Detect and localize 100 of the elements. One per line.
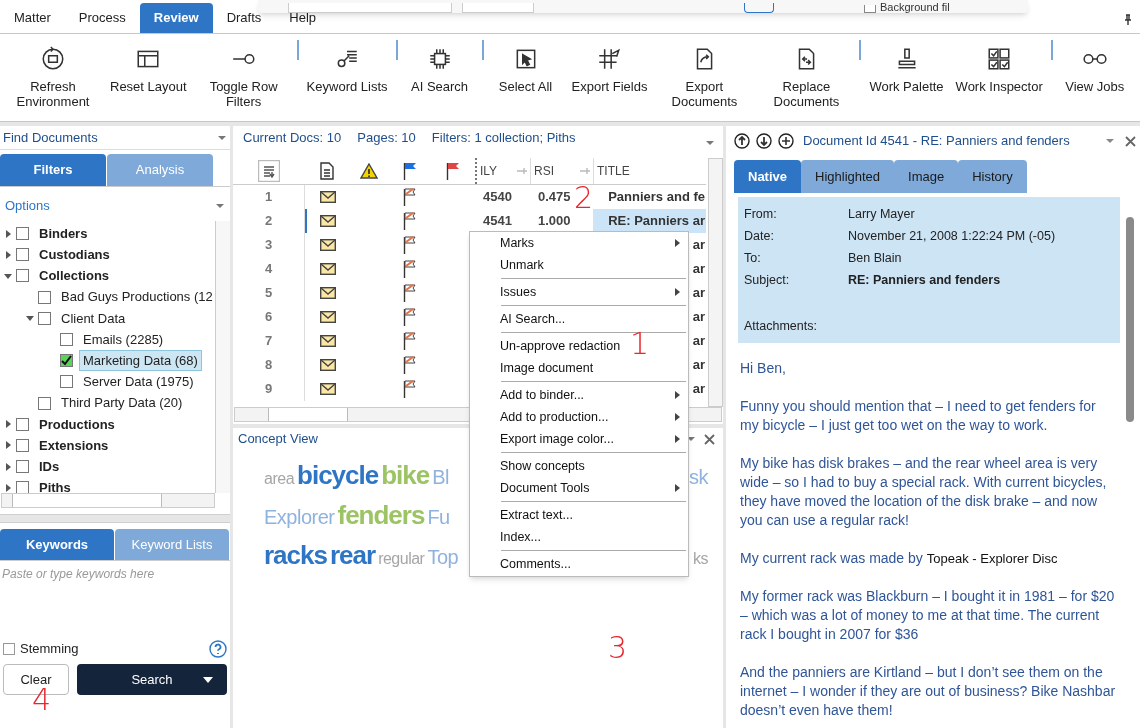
text-field[interactable] — [462, 3, 534, 13]
menu-item[interactable]: Index... — [500, 527, 541, 547]
tree-item[interactable]: IDs — [35, 455, 64, 478]
scrollbar[interactable] — [708, 158, 723, 407]
menu-item[interactable]: Export image color... — [500, 429, 614, 449]
menu-item[interactable]: Un-approve redaction — [500, 336, 621, 356]
text-field[interactable] — [288, 3, 452, 13]
menu-tab[interactable]: Matter — [0, 3, 65, 33]
tab[interactable]: Filters — [0, 154, 106, 186]
toolbar-button[interactable]: Keyword Lists — [300, 44, 394, 94]
keyword-field[interactable]: Paste or type keywords here — [0, 561, 230, 639]
menu-tab[interactable]: Drafts — [212, 3, 276, 33]
toolbar-button[interactable]: Export Documents — [653, 44, 756, 109]
expand-arrow-icon[interactable] — [4, 483, 12, 492]
menu-item[interactable]: Document Tools — [500, 478, 590, 498]
expand-arrow-icon[interactable] — [4, 229, 12, 238]
tree-item[interactable]: Productions — [35, 413, 119, 436]
tree-item[interactable]: Binders — [35, 222, 92, 245]
dropdown-icon[interactable] — [686, 436, 696, 442]
menu-item[interactable]: Marks — [500, 233, 535, 253]
plus-icon[interactable] — [778, 133, 794, 149]
toolbar-button[interactable]: Replace Documents — [755, 44, 858, 109]
arrow-down-icon[interactable] — [756, 133, 772, 149]
column-header[interactable]: ILY — [480, 162, 498, 180]
checkbox[interactable] — [60, 333, 73, 347]
toolbar-button[interactable]: Export Fields — [565, 44, 654, 94]
checkbox[interactable] — [38, 290, 51, 304]
toolbar-button[interactable]: Refresh Environment — [2, 44, 104, 109]
toolbar-button[interactable]: Reset Layout — [104, 44, 193, 94]
tree-item[interactable]: Emails (2285) — [79, 328, 168, 351]
checkbox[interactable] — [60, 354, 73, 368]
tree-item[interactable]: Third Party Data (20) — [57, 392, 187, 414]
tab[interactable]: Native — [734, 160, 802, 193]
dropdown-icon[interactable] — [1105, 138, 1115, 144]
checkbox[interactable] — [3, 643, 15, 655]
checkbox[interactable] — [38, 311, 51, 325]
menu-item[interactable]: Add to binder... — [500, 385, 585, 405]
collapse-arrow-icon[interactable] — [26, 314, 34, 323]
checkbox[interactable] — [60, 375, 73, 389]
tree-item[interactable]: Custodians — [35, 244, 114, 266]
expand-arrow-icon[interactable] — [4, 250, 12, 259]
tree-item[interactable]: Server Data (1975) — [79, 371, 198, 393]
menu-item[interactable]: Add to production... — [500, 407, 609, 427]
menu-item[interactable]: Extract text... — [500, 505, 573, 525]
expand-arrow-icon[interactable] — [4, 462, 12, 471]
menu-tab[interactable]: Process — [64, 3, 140, 33]
menu-item[interactable]: Image document — [500, 358, 594, 378]
menu-item[interactable]: Show concepts — [500, 456, 585, 476]
concept-word[interactable]: racks — [264, 536, 327, 575]
options-link[interactable]: Options — [5, 196, 50, 216]
menu-item[interactable]: AI Search... — [500, 309, 566, 329]
tab[interactable]: History — [958, 160, 1027, 193]
checkbox[interactable] — [16, 227, 29, 241]
checkbox[interactable] — [16, 438, 29, 452]
scrollbar[interactable] — [1, 493, 215, 508]
collapse-arrow-icon[interactable] — [4, 271, 12, 280]
tree-item[interactable]: Marketing Data (68) — [79, 349, 202, 372]
scrollbar[interactable] — [215, 221, 230, 493]
toolbar-button[interactable]: View Jobs — [1054, 44, 1135, 94]
dropdown-icon[interactable] — [705, 140, 715, 146]
checkbox[interactable] — [16, 460, 29, 474]
concept-word[interactable]: rear — [329, 536, 376, 575]
toolbar-button[interactable]: Work Palette — [863, 44, 950, 94]
checkbox[interactable] — [16, 269, 29, 283]
checkbox[interactable] — [16, 481, 29, 493]
color-swatch[interactable] — [744, 3, 774, 13]
column-chooser-icon[interactable] — [258, 160, 280, 182]
close-icon[interactable] — [1125, 135, 1136, 147]
dropdown-icon[interactable] — [217, 134, 227, 141]
table-cell[interactable]: RE: Panniers ar — [593, 209, 706, 233]
toolbar-button[interactable]: Toggle Row Filters — [192, 44, 295, 109]
menu-item[interactable]: Unmark — [500, 255, 544, 275]
toolbar-button[interactable]: Work Inspector — [949, 44, 1049, 94]
column-header[interactable]: TITLE — [597, 162, 630, 180]
table-cell[interactable]: Panniers and fe — [593, 185, 706, 209]
expand-arrow-icon[interactable] — [4, 441, 12, 450]
checkbox[interactable] — [864, 5, 876, 13]
checkbox[interactable] — [16, 417, 29, 431]
search-button[interactable]: Search — [77, 664, 227, 695]
toolbar-button[interactable]: Select All — [485, 44, 566, 94]
tree-item[interactable]: Extensions — [35, 434, 113, 457]
tab[interactable]: Highlighted — [801, 160, 895, 193]
toolbar-button[interactable]: AI Search — [399, 44, 480, 94]
concept-word[interactable]: bicycle — [297, 456, 379, 495]
checkbox[interactable] — [38, 396, 51, 410]
dropdown-icon[interactable] — [215, 203, 225, 209]
tree-item[interactable]: Client Data — [57, 307, 130, 330]
expand-arrow-icon[interactable] — [4, 420, 12, 429]
checkbox[interactable] — [16, 248, 29, 262]
tree-item[interactable]: Piths — [35, 477, 75, 493]
tab[interactable]: Image — [894, 160, 959, 193]
tree-item[interactable]: Bad Guys Productions (12 — [57, 286, 215, 308]
close-icon[interactable] — [704, 433, 715, 445]
tree-item[interactable]: Collections — [35, 265, 114, 287]
arrow-up-icon[interactable] — [734, 133, 750, 149]
menu-tab[interactable]: Review — [139, 3, 213, 33]
tab[interactable]: Keywords — [0, 529, 114, 560]
help-icon[interactable] — [209, 640, 227, 658]
column-header[interactable]: RSI — [534, 162, 554, 180]
menu-item[interactable]: Issues — [500, 282, 537, 302]
